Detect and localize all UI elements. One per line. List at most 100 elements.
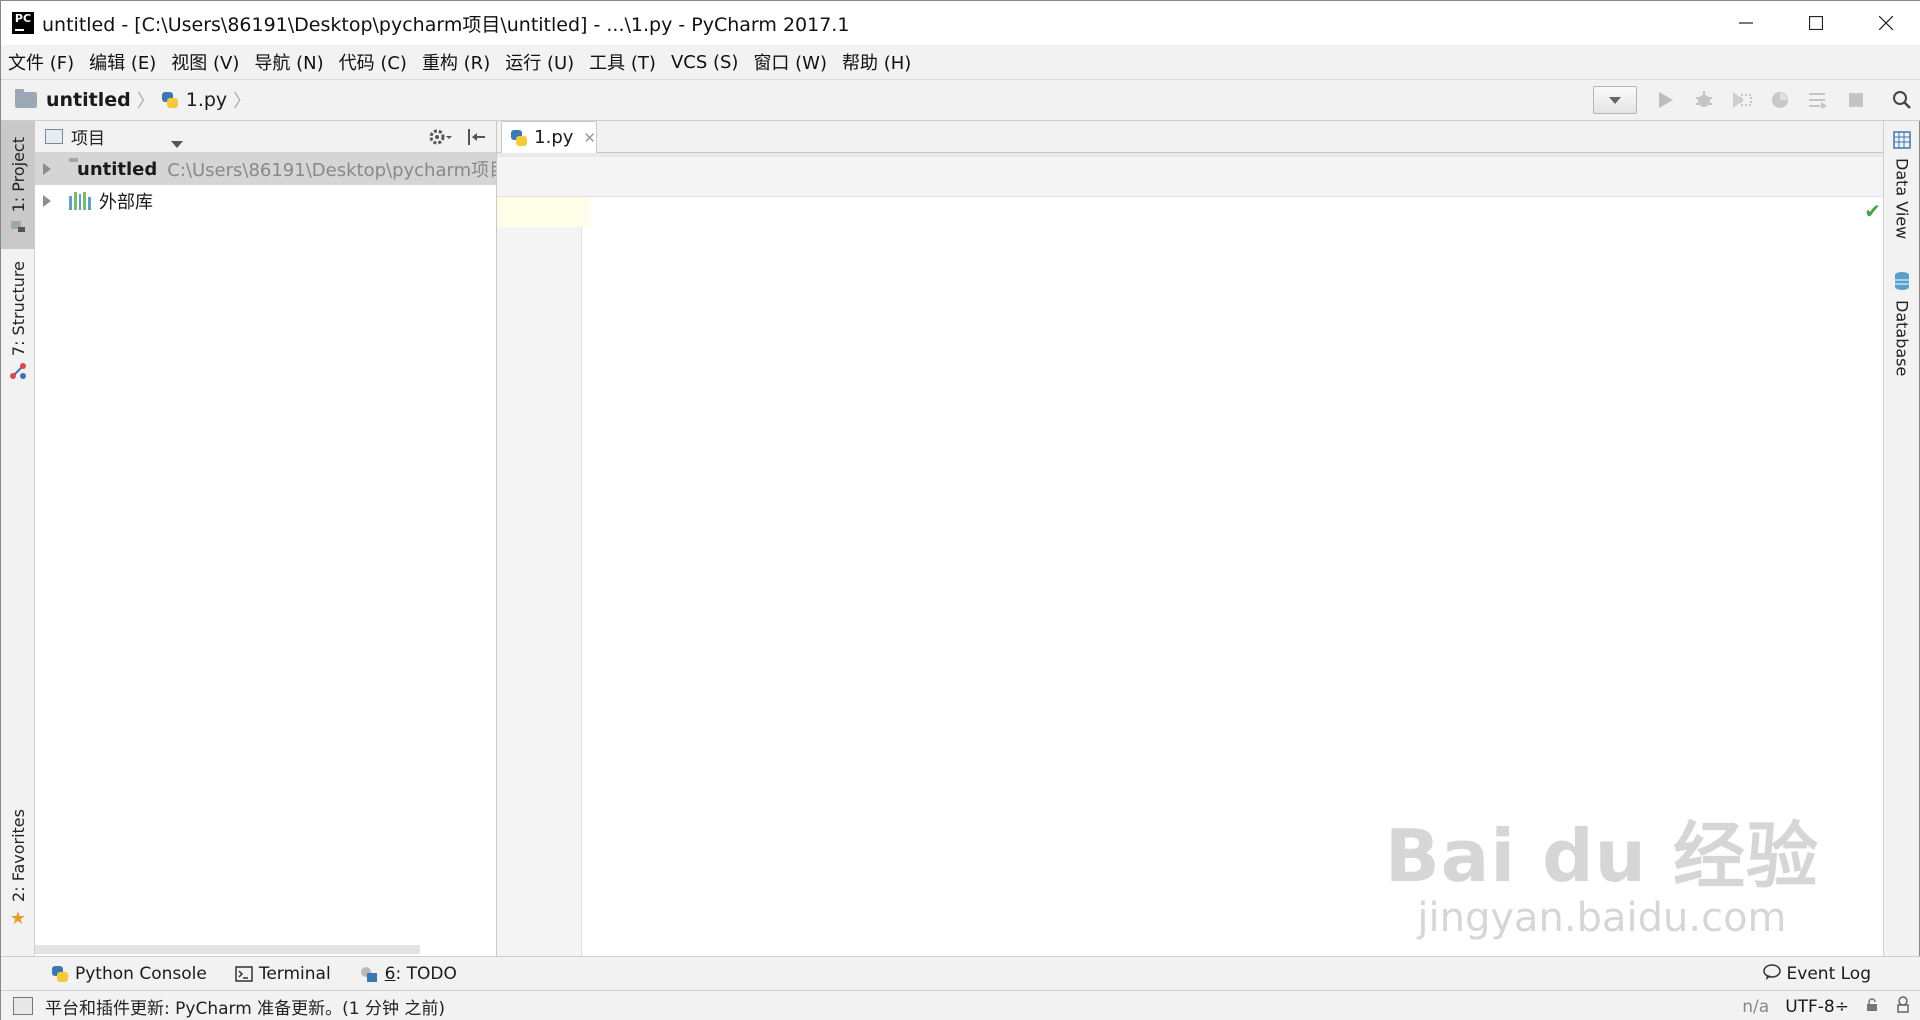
tab-favorites-label: 2: Favorites [8,809,28,902]
right-tool-stripe: Data View Database [1883,121,1919,956]
window-controls [1711,1,1920,45]
coverage-icon[interactable] [1723,81,1761,119]
window-title: untitled - [C:\Users\86191\Desktop\pycha… [42,13,850,36]
tab-database-label: Database [1892,300,1912,377]
bottom-tool-bar: Python Console Terminal 6: TODO Event Lo… [1,956,1920,990]
chevron-right-icon: 〉 [233,91,252,112]
menu-code[interactable]: 代码 (C) [339,49,407,75]
tree-item-label: 外部库 [99,192,153,213]
star-icon: ★ [9,907,27,929]
stop-icon[interactable] [1837,81,1875,119]
structure-icon [9,362,27,385]
python-file-icon [161,91,179,109]
expand-arrow-icon[interactable] [43,195,51,207]
tab-favorites[interactable]: 2: Favorites ★ [1,809,35,929]
project-panel: 项目 untitled C:\Users\86191\Desktop\pycha… [35,121,497,956]
python-console-button[interactable]: Python Console [51,964,207,984]
terminal-icon [235,965,253,982]
pycharm-window: PC untitled - [C:\Users\86191\Desktop\py… [0,0,1920,1020]
left-tool-stripe: 1: Project 7: Structure 2: Favorites ★ [1,121,35,956]
breadcrumb-file-label: 1.py [185,89,228,111]
menu-window[interactable]: 窗口 (W) [753,49,827,75]
status-message[interactable]: 平台和插件更新: PyCharm 准备更新。(1 分钟 之前) [45,994,445,1019]
tab-1-py[interactable]: 1.py ✕ [501,121,597,153]
debug-icon[interactable] [1685,81,1723,119]
inspector-icon[interactable] [1895,995,1911,1018]
tab-data-view-label: Data View [1892,158,1912,240]
menu-edit[interactable]: 编辑 (E) [89,49,156,75]
menu-tools[interactable]: 工具 (T) [589,49,656,75]
event-log-label: Event Log [1786,964,1871,984]
encoding-selector[interactable]: UTF-8÷ [1785,997,1849,1017]
todo-icon [359,965,379,983]
menu-refactor[interactable]: 重构 (R) [422,49,490,75]
main-toolbar [1593,80,1920,120]
menu-navigate[interactable]: 导航 (N) [254,49,323,75]
menu-file[interactable]: 文件 (F) [8,49,74,75]
project-icon [10,218,26,238]
tab-project-label: 1: Project [8,137,28,213]
collapse-all-icon[interactable] [467,128,487,151]
folder-icon [15,89,37,108]
breadcrumb-file[interactable]: 1.py 〉 [161,87,257,113]
database-icon [1893,271,1911,296]
tab-database[interactable]: Database [1884,271,1920,376]
pycharm-logo-icon: PC [12,12,34,34]
python-console-label: Python Console [75,963,207,984]
tab-label: 1.py [534,127,574,148]
code-editor[interactable] [583,197,1885,956]
editor-tab-bar: 1.py ✕ [497,121,1885,153]
tab-structure-label: 7: Structure [8,261,28,357]
editor-breadcrumb-strip [497,157,1885,197]
status-right: n/a UTF-8÷ [1742,991,1920,1020]
event-log-button[interactable]: Event Log [1762,957,1871,991]
tree-item-external-libraries[interactable]: 外部库 [35,185,496,217]
todo-number: 6 [384,963,396,984]
current-line-highlight [497,197,582,227]
profile-icon[interactable] [1761,81,1799,119]
editor-gutter [497,197,582,956]
search-icon[interactable] [1883,81,1920,119]
table-icon [1893,131,1911,154]
todo-button[interactable]: 6: TODO [359,964,457,984]
project-panel-title[interactable]: 项目 [71,124,105,149]
python-file-icon [510,129,527,147]
maximize-icon[interactable] [1781,1,1851,45]
title-bar: PC untitled - [C:\Users\86191\Desktop\py… [1,1,1920,45]
toggle-tool-windows-icon[interactable] [13,997,33,1015]
speech-bubble-icon [1762,963,1781,985]
status-bar: 平台和插件更新: PyCharm 准备更新。(1 分钟 之前) n/a UTF-… [1,990,1920,1020]
gear-icon[interactable] [428,127,454,152]
terminal-label: Terminal [258,963,331,984]
tree-item-path: C:\Users\86191\Desktop\pycharm项目\untitle… [167,160,496,181]
close-icon[interactable] [1851,1,1920,45]
chevron-down-icon[interactable] [171,133,183,153]
expand-arrow-icon[interactable] [43,163,51,175]
chevron-right-icon: 〉 [136,91,155,112]
tab-project[interactable]: 1: Project [1,121,35,249]
lock-icon[interactable] [1865,997,1879,1017]
library-icon [69,192,91,210]
concurrency-icon[interactable] [1799,81,1837,119]
tab-structure[interactable]: 7: Structure [1,261,35,381]
minimize-icon[interactable] [1711,1,1781,45]
run-config-dropdown[interactable] [1593,86,1637,114]
project-view-icon [45,129,63,144]
cursor-position: n/a [1742,996,1770,1017]
tree-item-project[interactable]: untitled C:\Users\86191\Desktop\pycharm项… [35,153,496,185]
menu-view[interactable]: 视图 (V) [171,49,239,75]
close-tab-icon[interactable]: ✕ [583,129,596,147]
terminal-button[interactable]: Terminal [235,964,331,984]
menu-vcs[interactable]: VCS (S) [671,52,739,73]
menu-help[interactable]: 帮助 (H) [842,49,911,75]
breadcrumb-project[interactable]: untitled 〉 [15,87,161,113]
tab-data-view[interactable]: Data View [1884,131,1920,239]
breadcrumb-project-label: untitled [46,89,131,111]
tree-item-label: untitled [77,158,158,180]
horizontal-scrollbar[interactable] [35,945,420,954]
menu-run[interactable]: 运行 (U) [505,49,574,75]
editor-area: 1.py ✕ ✔ [497,121,1885,956]
run-icon[interactable] [1647,81,1685,119]
python-console-icon [51,965,69,983]
navigation-bar: untitled 〉 1.py 〉 [1,79,1920,121]
